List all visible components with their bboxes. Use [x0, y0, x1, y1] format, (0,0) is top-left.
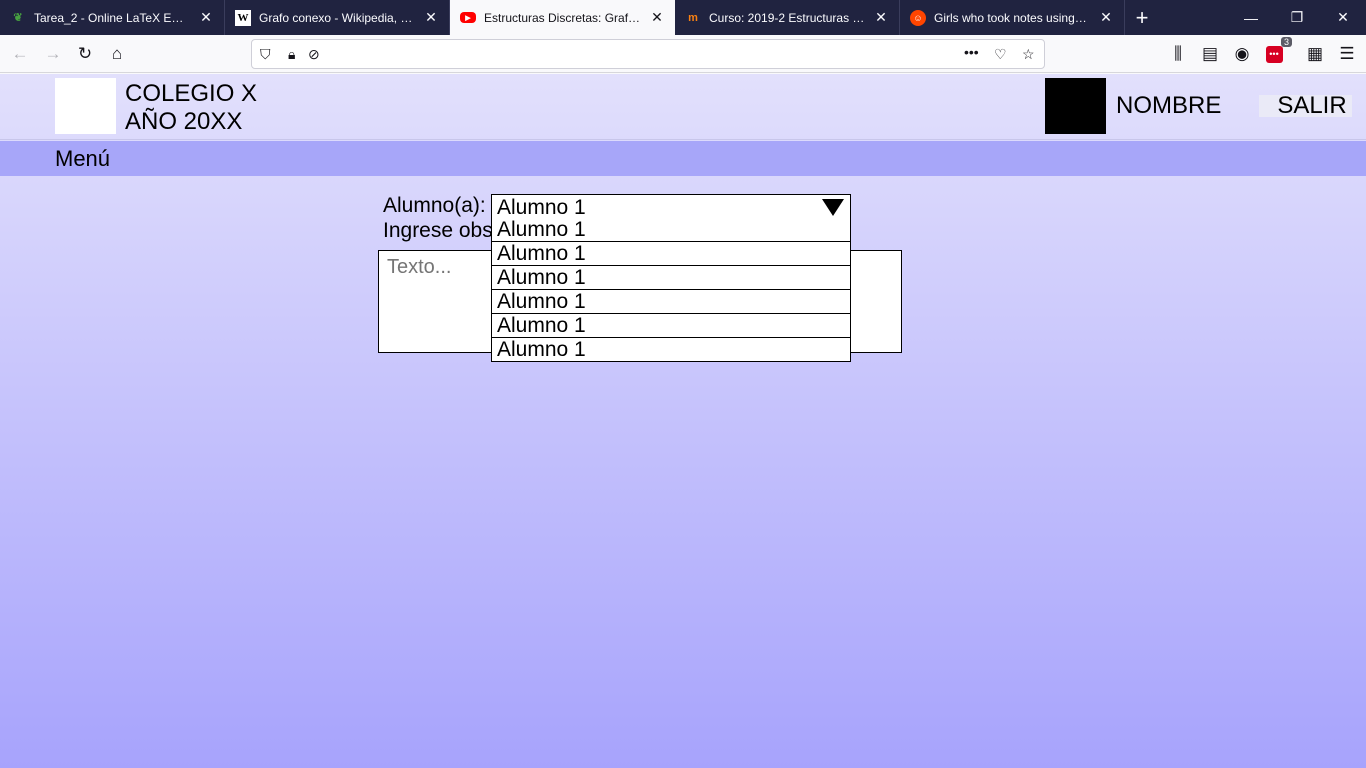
reddit-icon: ☺	[910, 9, 926, 26]
menu-bar[interactable]: Menú	[0, 141, 1366, 176]
pocket-icon[interactable]: ♡	[994, 46, 1007, 63]
logout-button[interactable]: SALIR	[1259, 94, 1352, 118]
home-icon[interactable]: ⌂	[103, 41, 131, 67]
student-option[interactable]: Alumno 1	[491, 290, 851, 314]
page-actions-icon[interactable]: •••	[964, 44, 979, 60]
wikipedia-icon: W	[235, 9, 251, 26]
browser-tab[interactable]: W Grafo conexo - Wikipedia, la enciclope…	[225, 0, 450, 35]
shield-icon[interactable]: ⛉	[260, 46, 271, 63]
forward-icon[interactable]: →	[39, 41, 67, 67]
menu-label[interactable]: Menú	[55, 146, 110, 172]
restore-icon[interactable]: ❐	[1274, 0, 1320, 35]
school-year: AÑO 20XX	[125, 108, 243, 135]
tab-title: Curso: 2019-2 Estructuras Discretas	[709, 10, 865, 25]
close-icon[interactable]: ✕	[1098, 9, 1114, 26]
permissions-icon[interactable]: ⊘	[308, 46, 320, 63]
moodle-icon: m	[688, 11, 698, 24]
tab-title: Girls who took notes using 50 different …	[934, 10, 1090, 25]
browser-tab[interactable]: m Curso: 2019-2 Estructuras Discretas ✕	[675, 0, 900, 35]
back-icon[interactable]: ←	[6, 41, 34, 67]
tab-title: Estructuras Discretas: Grafos especiales	[484, 10, 641, 25]
site-header: COLEGIO X AÑO 20XX NOMBRE SALIR	[0, 74, 1366, 140]
observation-label: Ingrese obs	[383, 219, 493, 242]
close-window-icon[interactable]: ✕	[1320, 0, 1366, 35]
avatar	[1045, 78, 1106, 134]
browser-tabstrip: ❦ Tarea_2 - Online LaTeX Editor Overleaf…	[0, 0, 1366, 35]
reload-icon[interactable]: ↻	[71, 41, 99, 67]
student-options-list: Alumno 1 Alumno 1 Alumno 1 Alumno 1 Alum…	[491, 218, 851, 362]
user-name: NOMBRE	[1116, 92, 1222, 119]
new-tab-button[interactable]: +	[1125, 0, 1159, 35]
student-option[interactable]: Alumno 1	[491, 218, 851, 242]
minimize-icon[interactable]: —	[1228, 0, 1274, 35]
school-info: COLEGIO X AÑO 20XX	[125, 80, 257, 136]
selected-student: Alumno 1	[497, 196, 586, 219]
sidebar-icon[interactable]: ▤	[1196, 41, 1224, 67]
page-content: COLEGIO X AÑO 20XX NOMBRE SALIR Menú Alu…	[0, 74, 1366, 768]
tab-title: Tarea_2 - Online LaTeX Editor Overleaf	[34, 10, 190, 25]
url-bar[interactable]: ⛉ 🔒︎ ⊘ ••• ♡ ☆	[251, 39, 1045, 69]
student-option[interactable]: Alumno 1	[491, 266, 851, 290]
account-icon[interactable]: ◉	[1228, 41, 1256, 67]
dropdown-arrow-icon[interactable]	[822, 199, 844, 216]
close-icon[interactable]: ✕	[198, 9, 214, 26]
bookmark-star-icon[interactable]: ☆	[1022, 46, 1035, 63]
extension-badge: 3	[1280, 37, 1292, 47]
menu-hamburger-icon[interactable]: ☰	[1333, 41, 1361, 67]
student-option[interactable]: Alumno 1	[491, 242, 851, 266]
browser-tab-active[interactable]: ▶ Estructuras Discretas: Grafos especial…	[450, 0, 675, 35]
student-option[interactable]: Alumno 1	[491, 338, 851, 362]
close-icon[interactable]: ✕	[873, 9, 889, 26]
tab-title: Grafo conexo - Wikipedia, la enciclopedi…	[259, 10, 415, 25]
lock-icon[interactable]: 🔒︎	[288, 46, 295, 63]
extensions-icon[interactable]: ▦	[1301, 41, 1329, 67]
youtube-icon: ▶	[460, 12, 476, 23]
student-option[interactable]: Alumno 1	[491, 314, 851, 338]
window-controls: — ❐ ✕	[1228, 0, 1366, 35]
student-select[interactable]: Alumno 1	[491, 194, 851, 219]
close-icon[interactable]: ✕	[649, 9, 665, 26]
school-logo	[55, 78, 116, 134]
browser-tab[interactable]: ☺ Girls who took notes using 50 differen…	[900, 0, 1125, 35]
student-label: Alumno(a):	[383, 194, 486, 217]
school-name: COLEGIO X	[125, 80, 258, 107]
extension-icon[interactable]: ••• 3	[1260, 37, 1292, 67]
overleaf-icon: ❦	[13, 12, 23, 24]
library-icon[interactable]: ⫼	[1164, 41, 1192, 67]
browser-toolbar: ← → ↻ ⌂ ⛉ 🔒︎ ⊘ ••• ♡ ☆ ⫼ ▤ ◉ ••• 3 ▦ ☰	[0, 35, 1366, 73]
browser-tab[interactable]: ❦ Tarea_2 - Online LaTeX Editor Overleaf…	[0, 0, 225, 35]
close-icon[interactable]: ✕	[423, 9, 439, 26]
